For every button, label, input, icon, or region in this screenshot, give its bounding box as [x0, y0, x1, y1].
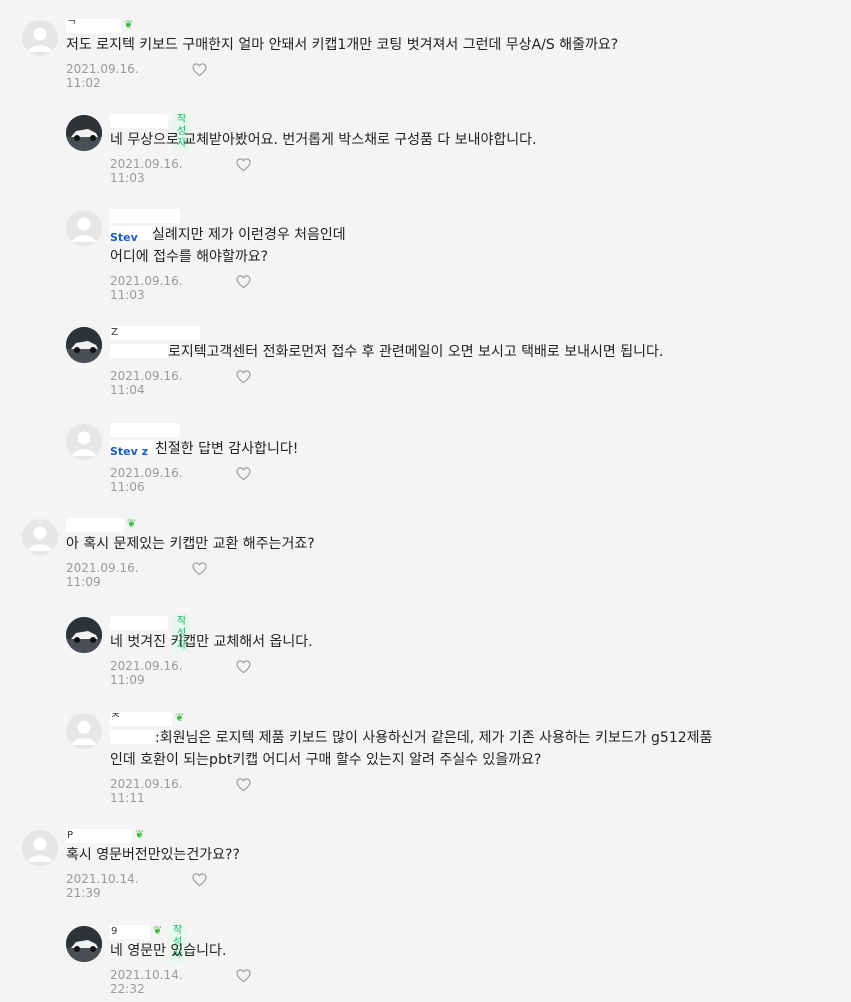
author-avatar[interactable]: [66, 327, 102, 363]
comment-text-body: 친절한 답변 감사합니다!: [155, 441, 299, 457]
comment-date: 2021.10.14. 22:32: [110, 968, 183, 996]
nickname-mask[interactable]: [66, 518, 124, 532]
comment-date: 2021.09.16. 11:02: [66, 62, 139, 90]
comment-text: 저도 로지텍 키보드 구매한지 얼마 안돼서 키캡1개만 코팅 벗겨져서 그런데…: [66, 37, 619, 53]
comment-date: 2021.09.16. 11:11: [110, 777, 183, 805]
comment-text: :회원님은 로지텍 제품 키보드 많이 사용하신거 같은데, 제가 기존 사용하…: [110, 727, 712, 749]
sprout-icon: ❦: [135, 828, 145, 841]
mention-mask[interactable]: [110, 344, 168, 358]
comment-text: 네 영문만 있습니다.: [110, 943, 227, 959]
comment-text: 로지텍고객센터 전화로먼저 접수 후 관련메일이 오면 보시고 택배로 보내시면…: [110, 341, 663, 363]
comment-text: 혹시 영문버전만있는건가요??: [66, 847, 240, 863]
comment-date: 2021.09.16. 11:09: [66, 561, 139, 589]
nickname-fragment: ᄀ: [67, 20, 77, 31]
mention-mask[interactable]: Stev: [110, 226, 152, 244]
comment-text-body: 로지텍고객센터 전화로먼저 접수 후 관련메일이 오면 보시고 택배로 보내시면…: [168, 344, 664, 360]
sprout-icon: ❦: [124, 18, 134, 31]
nickname-fragment: P: [67, 830, 74, 841]
nickname-mask[interactable]: [110, 326, 200, 340]
comment-date: 2021.09.16. 11:04: [110, 369, 183, 397]
person-icon[interactable]: [66, 210, 102, 246]
author-avatar[interactable]: [66, 115, 102, 151]
mention-mask[interactable]: [110, 730, 155, 744]
author-avatar[interactable]: [66, 926, 102, 962]
comment-date: 2021.09.16. 11:03: [110, 157, 183, 185]
comment-text: Stev z 친절한 답변 감사합니다!: [110, 438, 298, 460]
mention-link[interactable]: Stev: [110, 231, 138, 244]
nickname-mask[interactable]: [110, 423, 180, 437]
heart-icon[interactable]: [192, 561, 207, 576]
person-icon[interactable]: [22, 20, 58, 56]
heart-icon[interactable]: [236, 157, 251, 172]
nickname-fragment: ᄌ: [111, 713, 121, 724]
comment-text: 어디에 접수를 해야할까요?: [110, 249, 269, 265]
nickname-mask[interactable]: [110, 616, 168, 630]
comment-date: 2021.09.16. 11:03: [110, 274, 183, 302]
sprout-icon: ❦: [175, 711, 185, 724]
heart-icon[interactable]: [236, 274, 251, 289]
sprout-icon: ❦: [153, 924, 163, 937]
mention-link[interactable]: Stev z: [110, 445, 148, 458]
nickname-fragment: Z: [111, 327, 118, 338]
heart-icon[interactable]: [236, 968, 251, 983]
mention-mask[interactable]: Stev z: [110, 440, 155, 458]
heart-icon[interactable]: [236, 466, 251, 481]
comment-text: 네 무상으로 교체받아봤어요. 번거롭게 박스채로 구성품 다 보내야합니다.: [110, 132, 537, 148]
person-icon[interactable]: [22, 830, 58, 866]
comment-text: 인데 호환이 되는pbt키캡 어디서 구매 할수 있는지 알려 주실수 있을까요…: [110, 752, 542, 768]
heart-icon[interactable]: [236, 369, 251, 384]
nickname-mask[interactable]: [110, 209, 180, 223]
heart-icon[interactable]: [236, 659, 251, 674]
author-avatar[interactable]: [66, 617, 102, 653]
comment-text-body: 실례지만 제가 이런경우 처음인데: [152, 227, 346, 243]
comment-date: 2021.10.14. 21:39: [66, 872, 139, 900]
nickname-mask[interactable]: [110, 114, 168, 128]
sprout-icon: ❦: [127, 517, 137, 530]
comment-date: 2021.09.16. 11:06: [110, 466, 183, 494]
person-icon[interactable]: [22, 519, 58, 555]
person-icon[interactable]: [66, 713, 102, 749]
nickname-fragment: 9: [111, 926, 118, 937]
comment-date: 2021.09.16. 11:09: [110, 659, 183, 687]
comment-text: 네 벗겨진 키캡만 교체해서 옵니다.: [110, 634, 313, 650]
heart-icon[interactable]: [192, 872, 207, 887]
comment-text: Stev 실례지만 제가 이런경우 처음인데: [110, 224, 346, 246]
person-icon[interactable]: [66, 424, 102, 460]
comment-text-body: :회원님은 로지텍 제품 키보드 많이 사용하신거 같은데, 제가 기존 사용하…: [155, 730, 713, 746]
heart-icon[interactable]: [236, 777, 251, 792]
heart-icon[interactable]: [192, 62, 207, 77]
comment-text: 아 혹시 문제있는 키캡만 교환 해주는거죠?: [66, 536, 315, 552]
nickname-mask[interactable]: [66, 829, 132, 843]
